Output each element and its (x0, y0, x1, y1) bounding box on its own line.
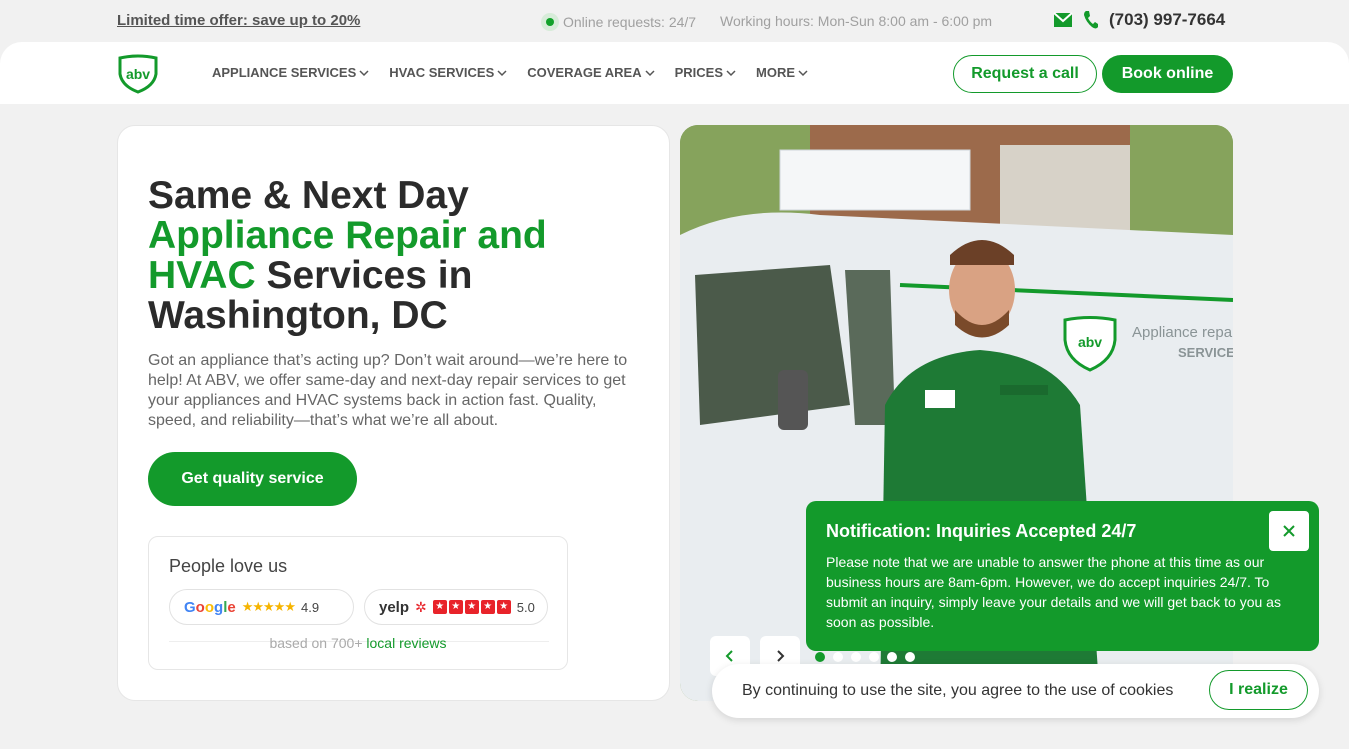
hero-title-services: Services in (255, 254, 473, 297)
request-call-button[interactable]: Request a call (953, 55, 1097, 93)
svg-text:SERVICES: SERVICES (1178, 345, 1233, 360)
google-rating[interactable]: Google ★★★★★ 4.9 (169, 589, 354, 625)
abv-logo[interactable]: abv (116, 54, 160, 99)
chevron-down-icon (798, 70, 808, 77)
inquiries-notification: Notification: Inquiries Accepted 24/7 Pl… (806, 501, 1319, 651)
hero-card: Same & Next Day Appliance Repair and HVA… (117, 125, 670, 701)
google-rating-value: 4.9 (300, 599, 320, 615)
hero-title-hvac: HVAC (148, 254, 256, 297)
nav-hvac-services-label: HVAC SERVICES (389, 65, 495, 80)
get-quality-service-button[interactable]: Get quality service (148, 452, 357, 506)
nav-coverage-area[interactable]: COVERAGE AREA (527, 65, 655, 80)
slider-dot[interactable] (887, 652, 897, 662)
chevron-down-icon (645, 70, 655, 77)
svg-text:Appliance repair: Appliance repair (1132, 324, 1233, 341)
slider-dots (815, 652, 915, 662)
nav-coverage-area-label: COVERAGE AREA (527, 65, 642, 80)
hero-title-line1: Same & Next Day (148, 174, 469, 217)
working-hours: Working hours: Mon-Sun 8:00 am - 6:00 pm (720, 13, 993, 29)
notification-title: Notification: Inquiries Accepted 24/7 (826, 521, 1137, 541)
nav-prices[interactable]: PRICES (675, 65, 736, 80)
contact-links: (703) 997-7664 (1053, 10, 1225, 30)
nav-appliance-services-label: APPLIANCE SERVICES (212, 65, 357, 80)
notification-text: Please note that we are unable to answer… (826, 554, 1281, 630)
reviews-box: People love us Google ★★★★★ 4.9 yelp ✲ ★… (148, 536, 568, 670)
phone-icon[interactable] (1083, 10, 1099, 30)
cookie-banner: By continuing to use the site, you agree… (712, 664, 1319, 718)
svg-text:abv: abv (1078, 334, 1102, 350)
reviews-based-on: based on 700+ local reviews (149, 635, 567, 651)
slider-dot[interactable] (815, 652, 825, 662)
cookie-accept-button[interactable]: I realize (1209, 670, 1308, 710)
google-stars-icon: ★★★★★ (241, 599, 296, 614)
online-dot-icon (541, 13, 559, 31)
nav-hvac-services[interactable]: HVAC SERVICES (389, 65, 507, 80)
local-reviews-link[interactable]: local reviews (366, 635, 446, 651)
based-on-text: based on 700+ (269, 635, 367, 651)
nav-prices-label: PRICES (674, 65, 724, 80)
chevron-down-icon (726, 70, 736, 77)
slider-dot[interactable] (905, 652, 915, 662)
nav-more-label: MORE (756, 65, 796, 80)
google-logo-icon: Google (184, 598, 236, 616)
top-bar: Limited time offer: save up to 20% Onlin… (0, 0, 1349, 42)
close-icon (1283, 525, 1295, 537)
chevron-down-icon (359, 70, 369, 77)
slider-dot[interactable] (851, 652, 861, 662)
notification-close-button[interactable] (1269, 511, 1309, 551)
main-header: abv APPLIANCE SERVICES HVAC SERVICES COV… (0, 42, 1349, 104)
hero-title-location: Washington, DC (148, 294, 448, 337)
yelp-burst-icon: ✲ (415, 598, 427, 615)
chevron-left-icon (725, 650, 733, 662)
nav-more[interactable]: MORE (756, 65, 808, 80)
yelp-logo-icon: yelp (379, 598, 410, 616)
nav-appliance-services[interactable]: APPLIANCE SERVICES (212, 65, 369, 80)
reviews-title: People love us (169, 556, 288, 576)
phone-number-link[interactable]: (703) 997-7664 (1109, 10, 1225, 30)
hero-description: Got an appliance that’s acting up? Don’t… (148, 352, 628, 429)
offer-link[interactable]: Limited time offer: save up to 20% (117, 12, 360, 29)
main-nav: APPLIANCE SERVICES HVAC SERVICES COVERAG… (212, 65, 808, 80)
chevron-right-icon (777, 650, 785, 662)
chevron-down-icon (497, 70, 507, 77)
yelp-rating-value: 5.0 (516, 599, 535, 615)
logo-text: abv (126, 66, 150, 82)
online-status: Online requests: 24/7 (541, 13, 696, 31)
slider-dot[interactable] (833, 652, 843, 662)
yelp-stars-icon: ★ ★ ★ ★ ★ (432, 600, 511, 614)
yelp-rating[interactable]: yelp ✲ ★ ★ ★ ★ ★ 5.0 (364, 589, 548, 625)
cookie-text: By continuing to use the site, you agree… (742, 682, 1174, 699)
email-icon[interactable] (1053, 12, 1073, 28)
book-online-button[interactable]: Book online (1102, 55, 1233, 93)
hero-title-green: Appliance Repair and (148, 214, 547, 257)
slider-dot[interactable] (869, 652, 879, 662)
online-status-text: Online requests: 24/7 (563, 14, 697, 30)
hero-title: Same & Next Day Appliance Repair and HVA… (148, 176, 628, 336)
